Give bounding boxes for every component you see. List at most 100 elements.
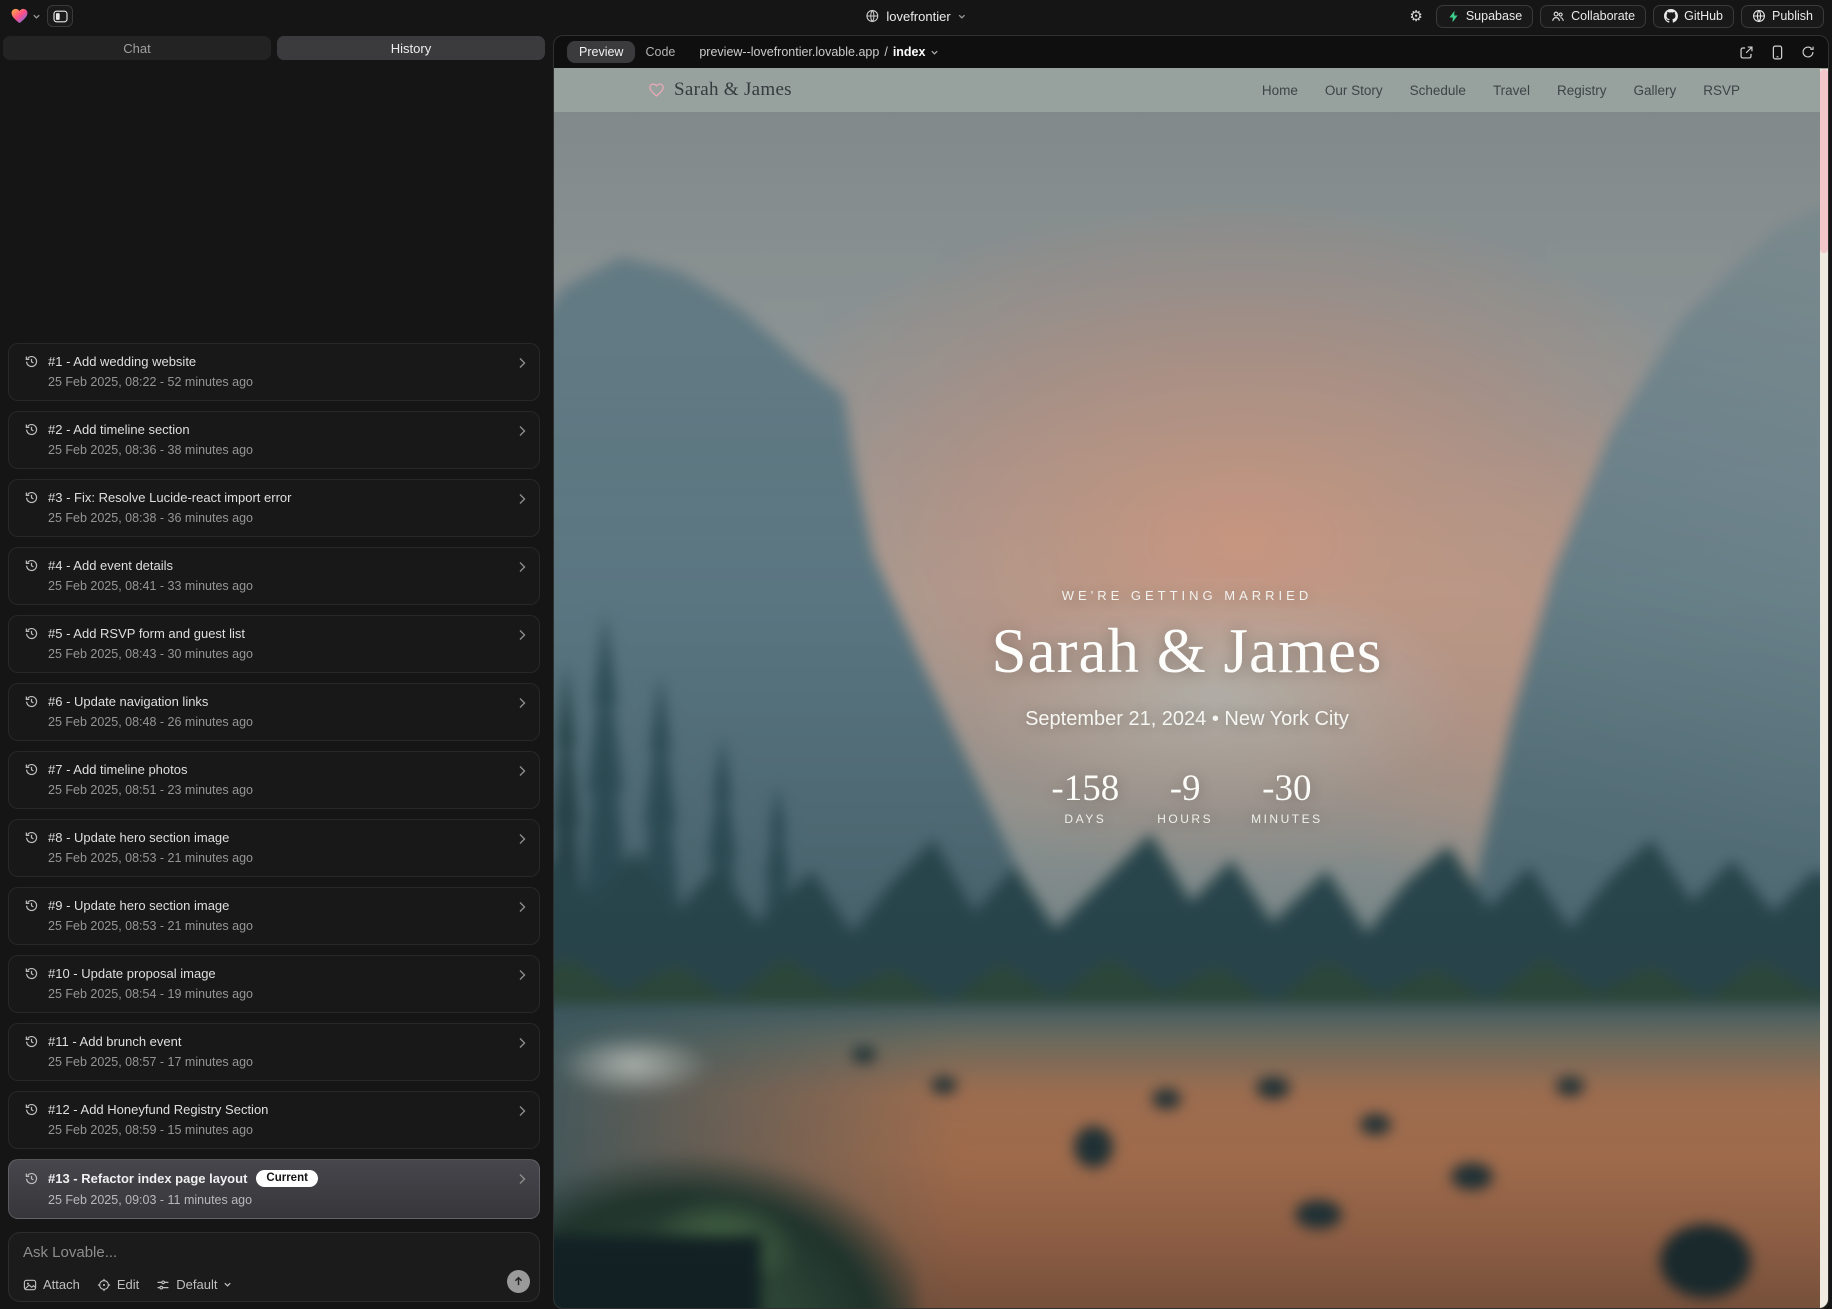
tab-history[interactable]: History	[277, 36, 545, 60]
site-logo[interactable]: Sarah & James	[648, 79, 792, 101]
github-button[interactable]: GitHub	[1653, 5, 1734, 28]
history-icon	[24, 898, 39, 913]
history-list: #1 - Add wedding website 25 Feb 2025, 08…	[8, 96, 540, 1219]
history-icon	[24, 694, 39, 709]
collaborate-button[interactable]: Collaborate	[1540, 5, 1646, 28]
chat-history-panel: Chat History #1 - Add wedding website 25…	[0, 32, 548, 1307]
chevron-right-icon	[517, 493, 527, 505]
hero-eyebrow: WE'RE GETTING MARRIED	[1062, 588, 1312, 603]
history-item[interactable]: #4 - Add event details 25 Feb 2025, 08:4…	[8, 547, 540, 605]
panel-tabs: Chat History	[3, 36, 545, 60]
chevron-right-icon	[517, 833, 527, 845]
edit-button[interactable]: Edit	[97, 1277, 139, 1292]
history-item-current[interactable]: #13 - Refactor index page layout Current…	[8, 1159, 540, 1220]
nav-rsvp[interactable]: RSVP	[1703, 83, 1740, 98]
publish-button[interactable]: Publish	[1741, 5, 1824, 28]
chevron-right-icon	[517, 969, 527, 981]
sidebar-toggle-button[interactable]	[47, 5, 73, 27]
chevron-down-icon	[930, 48, 939, 57]
site-scrollbar-thumb[interactable]	[1820, 69, 1828, 253]
arrow-up-icon	[513, 1276, 524, 1287]
current-badge: Current	[256, 1170, 318, 1188]
site-scrollbar[interactable]	[1820, 69, 1828, 1308]
history-icon	[24, 762, 39, 777]
chevron-down-icon	[32, 12, 41, 21]
globe-icon	[865, 9, 879, 23]
nav-home[interactable]: Home	[1262, 83, 1298, 98]
send-button[interactable]	[507, 1270, 530, 1293]
history-icon	[24, 966, 39, 981]
open-external-icon[interactable]	[1739, 45, 1754, 60]
countdown-days: -158 DAYS	[1051, 767, 1119, 826]
preview-pane: Preview Code preview--lovefrontier.lovab…	[553, 35, 1829, 1309]
history-item[interactable]: #11 - Add brunch event 25 Feb 2025, 08:5…	[8, 1023, 540, 1081]
attach-image-icon	[23, 1278, 37, 1292]
collaborate-icon	[1551, 10, 1565, 23]
chevron-right-icon	[517, 1105, 527, 1117]
mode-select[interactable]: Default	[156, 1277, 232, 1292]
tab-preview[interactable]: Preview	[567, 41, 635, 63]
history-item[interactable]: #2 - Add timeline section 25 Feb 2025, 0…	[8, 411, 540, 469]
chevron-right-icon	[517, 901, 527, 913]
history-item[interactable]: #10 - Update proposal image 25 Feb 2025,…	[8, 955, 540, 1013]
chevron-right-icon	[517, 1173, 527, 1185]
preview-toolbar: Preview Code preview--lovefrontier.lovab…	[554, 36, 1828, 68]
history-icon	[24, 490, 39, 505]
publish-globe-icon	[1752, 9, 1766, 23]
composer: Attach Edit Default	[8, 1232, 540, 1302]
composer-input[interactable]	[23, 1244, 475, 1264]
project-name: lovefrontier	[886, 9, 950, 24]
chevron-right-icon	[517, 357, 527, 369]
site-viewport: Sarah & James Home Our Story Schedule Tr…	[554, 68, 1828, 1308]
countdown: -158 DAYS -9 HOURS -30 MINUTES	[1051, 767, 1322, 826]
nav-travel[interactable]: Travel	[1493, 83, 1530, 98]
countdown-minutes: -30 MINUTES	[1251, 767, 1323, 826]
chevron-right-icon	[517, 629, 527, 641]
countdown-hours: -9 HOURS	[1157, 767, 1213, 826]
nav-our-story[interactable]: Our Story	[1325, 83, 1383, 98]
history-item[interactable]: #8 - Update hero section image 25 Feb 20…	[8, 819, 540, 877]
hero-section: WE'RE GETTING MARRIED Sarah & James Sept…	[554, 112, 1828, 1308]
settings-button[interactable]: ⚙	[1403, 7, 1428, 26]
preview-url[interactable]: preview--lovefrontier.lovable.app / inde…	[699, 45, 939, 59]
history-item[interactable]: #7 - Add timeline photos 25 Feb 2025, 08…	[8, 751, 540, 809]
nav-schedule[interactable]: Schedule	[1410, 83, 1466, 98]
chevron-right-icon	[517, 697, 527, 709]
site-nav: Home Our Story Schedule Travel Registry …	[1262, 83, 1740, 98]
nav-gallery[interactable]: Gallery	[1633, 83, 1676, 98]
panel-left-icon	[53, 10, 68, 23]
attach-button[interactable]: Attach	[23, 1277, 80, 1292]
project-switcher[interactable]: lovefrontier	[865, 0, 966, 32]
history-icon	[24, 1102, 39, 1117]
mobile-view-icon[interactable]	[1771, 45, 1784, 60]
history-item[interactable]: #12 - Add Honeyfund Registry Section 25 …	[8, 1091, 540, 1149]
lovable-logo-menu[interactable]	[10, 7, 41, 25]
history-item[interactable]: #9 - Update hero section image 25 Feb 20…	[8, 887, 540, 945]
history-item[interactable]: #1 - Add wedding website 25 Feb 2025, 08…	[8, 343, 540, 401]
chevron-right-icon	[517, 1037, 527, 1049]
history-icon	[24, 558, 39, 573]
gear-icon: ⚙	[1409, 9, 1422, 24]
history-icon	[24, 354, 39, 369]
nav-registry[interactable]: Registry	[1557, 83, 1607, 98]
site-header: Sarah & James Home Our Story Schedule Tr…	[554, 68, 1828, 112]
hero-title: Sarah & James	[992, 615, 1383, 688]
tab-code[interactable]: Code	[635, 41, 685, 63]
refresh-icon[interactable]	[1801, 45, 1815, 59]
hero-subtitle: September 21, 2024 • New York City	[1025, 708, 1349, 731]
history-icon	[24, 1034, 39, 1049]
github-icon	[1664, 9, 1678, 23]
history-item[interactable]: #6 - Update navigation links 25 Feb 2025…	[8, 683, 540, 741]
supabase-icon	[1447, 10, 1460, 23]
chevron-down-icon	[958, 12, 967, 21]
supabase-button[interactable]: Supabase	[1436, 5, 1533, 28]
lovable-heart-icon	[10, 7, 29, 25]
history-item[interactable]: #3 - Fix: Resolve Lucide-react import er…	[8, 479, 540, 537]
history-icon	[24, 1171, 39, 1186]
heart-outline-icon	[648, 82, 665, 98]
history-item[interactable]: #5 - Add RSVP form and guest list 25 Feb…	[8, 615, 540, 673]
history-icon	[24, 830, 39, 845]
chevron-right-icon	[517, 765, 527, 777]
tab-chat[interactable]: Chat	[3, 36, 271, 60]
chevron-right-icon	[517, 425, 527, 437]
